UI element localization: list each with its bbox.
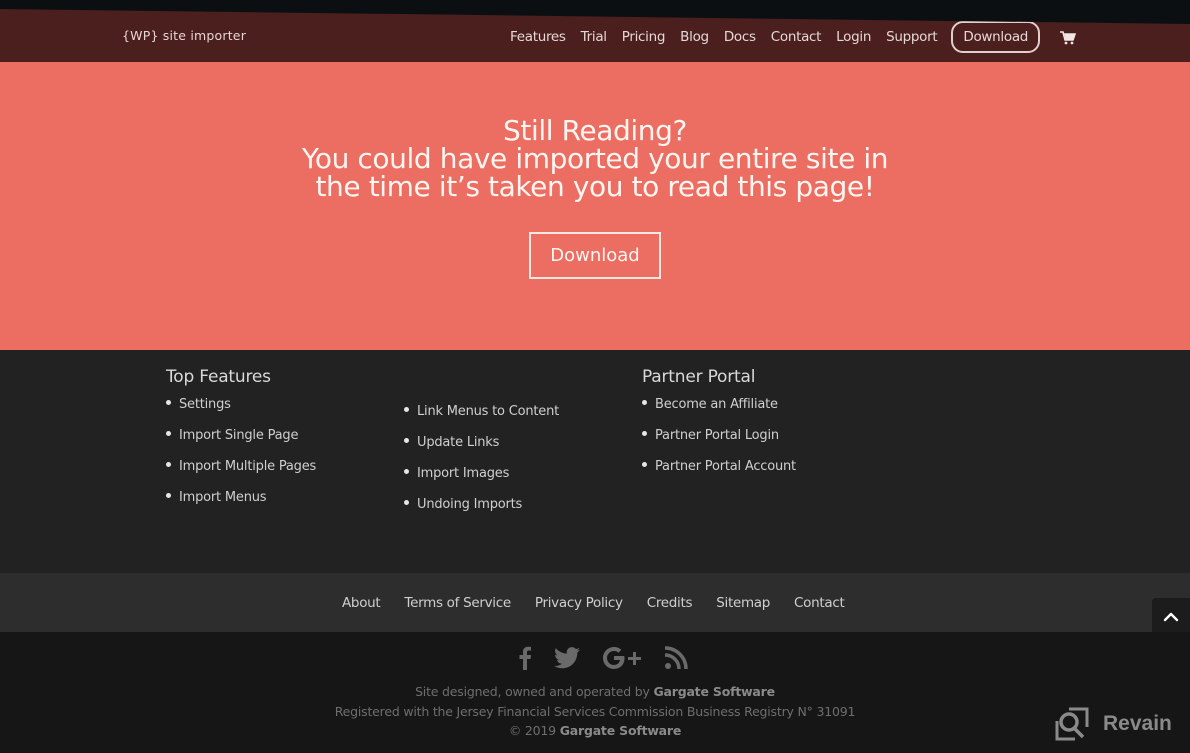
link-import-multiple-pages[interactable]: Import Multiple Pages <box>179 459 316 474</box>
bullet-icon <box>166 493 171 498</box>
link-import-single-page[interactable]: Import Single Page <box>179 428 298 443</box>
cta-heading: Still Reading? You could have imported y… <box>0 117 1190 201</box>
footer-widgets: Top Features Settings Import Single Page… <box>0 350 1190 573</box>
credits-line-1: Site designed, owned and operated by Gar… <box>415 684 775 699</box>
footer-link-contact[interactable]: Contact <box>794 595 845 611</box>
link-link-menus-to-content[interactable]: Link Menus to Content <box>417 404 559 419</box>
bullet-icon <box>404 407 409 412</box>
bullet-icon <box>642 400 647 405</box>
footer-link-sitemap[interactable]: Sitemap <box>716 595 770 611</box>
list-item: Partner Portal Account <box>642 459 796 490</box>
bullet-icon <box>642 431 647 436</box>
chevron-up-icon <box>1163 612 1179 621</box>
cta-download-button[interactable]: Download <box>529 232 661 279</box>
list-item: Become an Affiliate <box>642 397 796 428</box>
cta-line-3: the time it’s taken you to read this pag… <box>315 170 875 203</box>
link-partner-portal-login[interactable]: Partner Portal Login <box>655 428 779 443</box>
bullet-icon <box>166 431 171 436</box>
bullet-icon <box>404 469 409 474</box>
company-link[interactable]: Gargate Software <box>560 723 682 738</box>
link-partner-portal-account[interactable]: Partner Portal Account <box>655 459 796 474</box>
link-import-images[interactable]: Import Images <box>417 466 509 481</box>
footer-link-about[interactable]: About <box>342 595 381 611</box>
nav-contact[interactable]: Contact <box>771 29 822 45</box>
nav-docs[interactable]: Docs <box>724 29 756 45</box>
facebook-icon[interactable] <box>518 646 532 670</box>
bullet-icon <box>642 462 647 467</box>
site-footer: Site designed, owned and operated by Gar… <box>0 632 1190 753</box>
rss-icon[interactable] <box>664 646 688 670</box>
footer-credits: Site designed, owned and operated by Gar… <box>0 682 1190 741</box>
revain-logo-icon <box>1055 707 1089 741</box>
bullet-icon <box>166 462 171 467</box>
bullet-icon <box>166 400 171 405</box>
more-features-column: Link Menus to Content Update Links Impor… <box>404 404 559 528</box>
list-item: Partner Portal Login <box>642 428 796 459</box>
link-update-links[interactable]: Update Links <box>417 435 499 450</box>
list-item: Settings <box>166 397 316 428</box>
nav-download-button[interactable]: Download <box>951 20 1041 53</box>
nav-blog[interactable]: Blog <box>680 29 709 45</box>
google-plus-icon[interactable] <box>602 646 642 670</box>
nav-features[interactable]: Features <box>510 29 566 45</box>
bullet-icon <box>404 438 409 443</box>
company-link[interactable]: Gargate Software <box>653 684 775 699</box>
top-features-column: Top Features Settings Import Single Page… <box>166 350 316 521</box>
footer-link-terms[interactable]: Terms of Service <box>404 595 511 611</box>
partner-portal-column: Partner Portal Become an Affiliate Partn… <box>642 350 796 490</box>
link-settings[interactable]: Settings <box>179 397 231 412</box>
cta-section: Still Reading? You could have imported y… <box>0 62 1190 350</box>
credits-line-2: Registered with the Jersey Financial Ser… <box>334 703 856 719</box>
site-logo[interactable]: {WP} site importer <box>122 28 246 43</box>
main-nav: Features Trial Pricing Blog Docs Contact… <box>510 19 1077 54</box>
list-item: Import Multiple Pages <box>166 459 316 490</box>
link-import-menus[interactable]: Import Menus <box>179 490 267 505</box>
top-features-heading: Top Features <box>166 367 271 387</box>
list-item: Import Menus <box>166 490 316 521</box>
nav-trial[interactable]: Trial <box>581 29 607 45</box>
footer-nav: About Terms of Service Privacy Policy Cr… <box>0 573 1190 632</box>
credits-line-3: © 2019 Gargate Software <box>508 723 682 738</box>
footer-link-credits[interactable]: Credits <box>647 595 693 611</box>
bullet-icon <box>404 500 409 505</box>
nav-support[interactable]: Support <box>886 29 938 45</box>
list-item: Link Menus to Content <box>404 404 559 435</box>
back-to-top-button[interactable] <box>1152 598 1190 635</box>
link-become-affiliate[interactable]: Become an Affiliate <box>655 397 778 412</box>
revain-watermark: Revain <box>1055 707 1172 741</box>
partner-portal-heading: Partner Portal <box>642 367 756 387</box>
nav-login[interactable]: Login <box>836 29 871 45</box>
social-links <box>518 646 710 670</box>
list-item: Import Single Page <box>166 428 316 459</box>
list-item: Import Images <box>404 466 559 497</box>
revain-wordmark: Revain <box>1103 712 1172 735</box>
list-item: Undoing Imports <box>404 497 559 528</box>
footer-link-privacy[interactable]: Privacy Policy <box>535 595 623 611</box>
nav-pricing[interactable]: Pricing <box>622 29 666 45</box>
list-item: Update Links <box>404 435 559 466</box>
twitter-icon[interactable] <box>554 647 580 669</box>
shopping-cart-icon[interactable] <box>1060 30 1077 44</box>
link-undoing-imports[interactable]: Undoing Imports <box>417 497 522 512</box>
